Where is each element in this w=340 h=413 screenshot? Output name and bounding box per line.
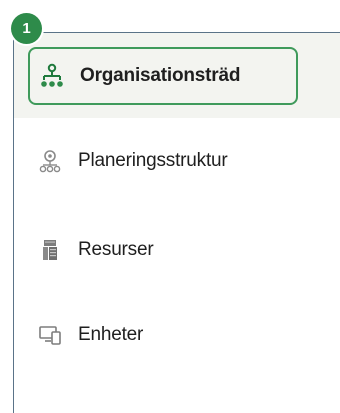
sidebar-item-label: Planeringsstruktur	[78, 150, 228, 171]
sidebar-item-label: Resurser	[78, 239, 154, 260]
sidebar-item-label: Organisationsträd	[80, 65, 241, 86]
sidebar-item-enheter[interactable]: Enheter	[36, 311, 143, 359]
planning-structure-icon	[36, 147, 64, 175]
sidebar-item-organisationstrad[interactable]: Organisationsträd	[28, 47, 298, 105]
step-badge: 1	[11, 13, 42, 44]
devices-icon	[36, 321, 64, 349]
org-tree-icon	[38, 62, 66, 90]
sidebar-item-label: Enheter	[78, 324, 144, 345]
resources-icon	[36, 236, 64, 264]
sidebar-item-planeringsstruktur[interactable]: Planeringsstruktur	[36, 137, 228, 185]
sidebar-item-resurser[interactable]: Resurser	[36, 226, 154, 274]
